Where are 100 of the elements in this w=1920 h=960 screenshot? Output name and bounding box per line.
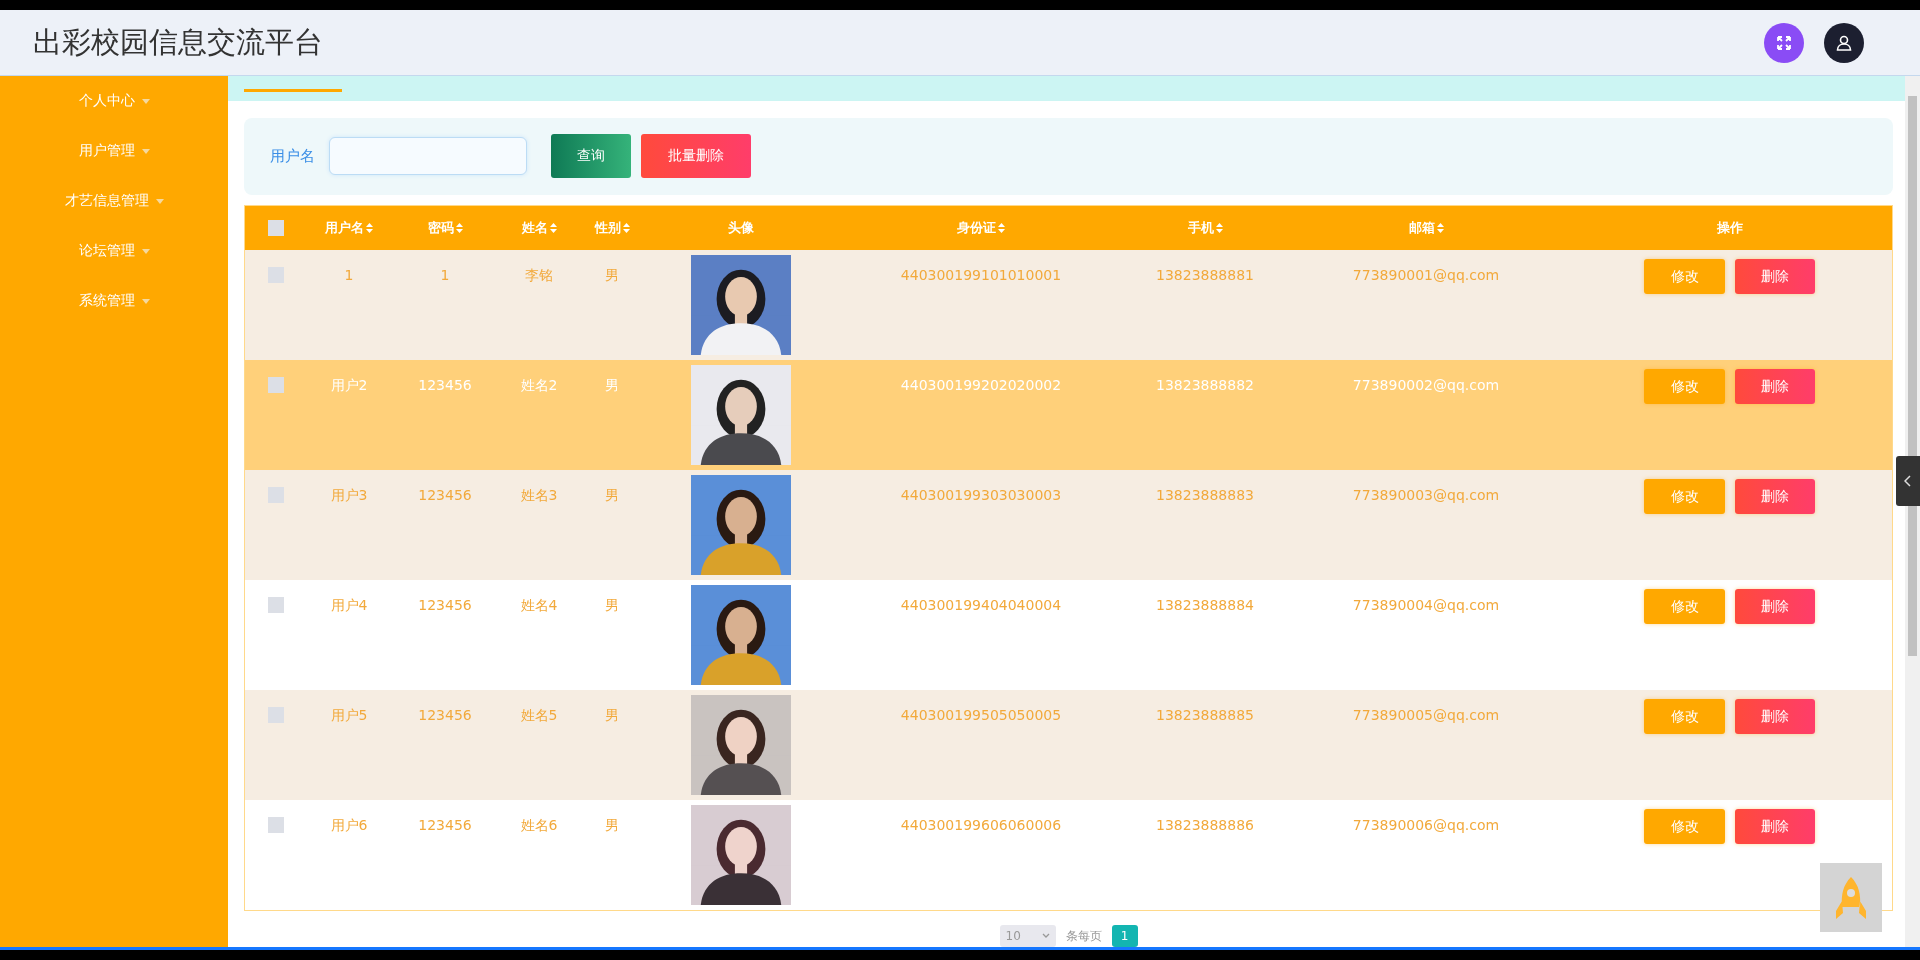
chevron-left-icon xyxy=(1904,475,1912,487)
table-cell-text: 用户2 xyxy=(330,376,368,395)
caret-icon xyxy=(141,298,150,304)
row-checkbox[interactable] xyxy=(268,597,284,613)
menu-item[interactable]: 个人中心 xyxy=(0,76,228,126)
column-header[interactable]: 邮箱 xyxy=(1408,219,1444,237)
table-cell-text: 李铭 xyxy=(525,266,553,285)
menu-item[interactable]: 论坛管理 xyxy=(0,226,228,276)
sort-icon xyxy=(455,223,463,233)
back-to-top-button[interactable] xyxy=(1820,863,1882,932)
sort-icon xyxy=(549,223,557,233)
table-cell-text: 男 xyxy=(605,266,619,285)
row-action-button[interactable]: 修改 xyxy=(1644,589,1725,624)
row-action-button[interactable]: 删除 xyxy=(1735,809,1815,844)
field-label: 用户名 xyxy=(270,146,315,166)
table-cell-text: 440300199606060006 xyxy=(900,816,1062,835)
table-cell-text: 773890004@qq.com xyxy=(1352,596,1500,615)
table-cell-text: 姓名3 xyxy=(520,486,558,505)
table-cell-text: 13823888883 xyxy=(1156,486,1254,505)
menu-item[interactable]: 才艺信息管理 xyxy=(0,176,228,226)
row-action-button[interactable]: 修改 xyxy=(1644,699,1725,734)
row-action-button[interactable]: 删除 xyxy=(1735,259,1815,294)
column-header[interactable]: 性别 xyxy=(594,219,630,237)
table-cell-text: 440300199101010001 xyxy=(900,266,1062,285)
row-action-button[interactable]: 删除 xyxy=(1735,589,1815,624)
page-size-select[interactable]: 10 xyxy=(999,925,1056,947)
search-panel-button[interactable]: 批量删除 xyxy=(641,134,751,179)
table-cell-text: 440300199303030003 xyxy=(900,486,1062,505)
scrollbar[interactable] xyxy=(1905,76,1920,947)
user-button[interactable] xyxy=(1824,22,1864,63)
table-cell-text: 123456 xyxy=(418,596,472,615)
search-panel-button[interactable]: 查询 xyxy=(551,134,631,179)
sort-icon xyxy=(998,223,1005,233)
table-cell-text: 13823888886 xyxy=(1156,816,1254,835)
row-checkbox[interactable] xyxy=(268,487,284,503)
table-cell-text: 男 xyxy=(605,376,619,395)
table-cell-text: 姓名6 xyxy=(520,816,558,835)
row-action-button[interactable]: 修改 xyxy=(1644,809,1725,844)
row-action-button[interactable]: 修改 xyxy=(1644,259,1725,294)
table-cell-text: 男 xyxy=(605,596,619,615)
sort-icon xyxy=(1436,223,1444,233)
username-field[interactable] xyxy=(329,137,527,176)
table-cell-text: 13823888881 xyxy=(1156,266,1254,285)
expand-icon xyxy=(1776,34,1792,51)
row-action-button[interactable]: 修改 xyxy=(1644,479,1725,514)
column-header[interactable]: 密码 xyxy=(427,219,463,237)
table-cell-text: 13823888885 xyxy=(1156,706,1254,725)
caret-icon xyxy=(141,98,150,104)
select-all-checkbox[interactable] xyxy=(268,220,284,236)
table-cell-text: 13823888882 xyxy=(1156,376,1254,395)
chevron-down-icon xyxy=(1041,932,1050,940)
table-cell-text: 773890005@qq.com xyxy=(1352,706,1500,725)
caret-icon xyxy=(141,148,150,154)
table-cell-text: 773890003@qq.com xyxy=(1352,486,1500,505)
table-cell-text: 用户4 xyxy=(330,596,368,615)
table-cell-text: 13823888884 xyxy=(1156,596,1254,615)
table-cell-text: 123456 xyxy=(418,816,472,835)
table-cell-text: 1 xyxy=(344,266,354,285)
row-action-button[interactable]: 删除 xyxy=(1735,369,1815,404)
table-cell-text: 440300199404040004 xyxy=(900,596,1062,615)
row-checkbox[interactable] xyxy=(268,817,284,833)
table-cell-text: 姓名5 xyxy=(520,706,558,725)
row-checkbox[interactable] xyxy=(268,707,284,723)
table-cell-text: 用户6 xyxy=(330,816,368,835)
column-header[interactable]: 用户名 xyxy=(325,219,373,237)
table-cell-text: 773890002@qq.com xyxy=(1352,376,1500,395)
column-header[interactable]: 身份证 xyxy=(957,219,1005,237)
user-icon xyxy=(1835,33,1853,52)
column-header[interactable]: 头像 xyxy=(728,219,754,237)
row-action-button[interactable]: 删除 xyxy=(1735,479,1815,514)
table-cell-text: 姓名2 xyxy=(520,376,558,395)
menu-item[interactable]: 系统管理 xyxy=(0,276,228,326)
column-header[interactable]: 手机 xyxy=(1187,219,1223,237)
sort-icon xyxy=(366,223,373,233)
table-cell-text: 用户5 xyxy=(330,706,368,725)
fullscreen-button[interactable] xyxy=(1764,22,1804,63)
table-cell-text: 440300199505050005 xyxy=(900,706,1062,725)
row-checkbox[interactable] xyxy=(268,267,284,283)
row-checkbox[interactable] xyxy=(268,377,284,393)
column-header[interactable]: 姓名 xyxy=(521,219,557,237)
site-title: 出彩校园信息交流平台 xyxy=(33,23,323,61)
column-header[interactable]: 操作 xyxy=(1716,219,1743,237)
table-cell-text: 773890006@qq.com xyxy=(1352,816,1500,835)
table-cell-text: 123456 xyxy=(418,376,472,395)
table-cell-text: 123456 xyxy=(418,486,472,505)
table-cell-text: 用户3 xyxy=(330,486,368,505)
table-cell-text: 男 xyxy=(605,706,619,725)
row-action-button[interactable]: 修改 xyxy=(1644,369,1725,404)
table-cell-text: 1 xyxy=(440,266,450,285)
menu-item[interactable]: 用户管理 xyxy=(0,126,228,176)
table-cell-text: 男 xyxy=(605,816,619,835)
table-cell-text: 123456 xyxy=(418,706,472,725)
sort-icon xyxy=(1215,223,1223,233)
row-action-button[interactable]: 删除 xyxy=(1735,699,1815,734)
table-cell-text: 440300199202020002 xyxy=(900,376,1062,395)
table-cell-text: 男 xyxy=(605,486,619,505)
table-cell-text: 姓名4 xyxy=(520,596,558,615)
caret-icon xyxy=(141,248,150,254)
page-button[interactable]: 1 xyxy=(1111,925,1138,947)
side-panel-toggle[interactable] xyxy=(1896,456,1920,506)
